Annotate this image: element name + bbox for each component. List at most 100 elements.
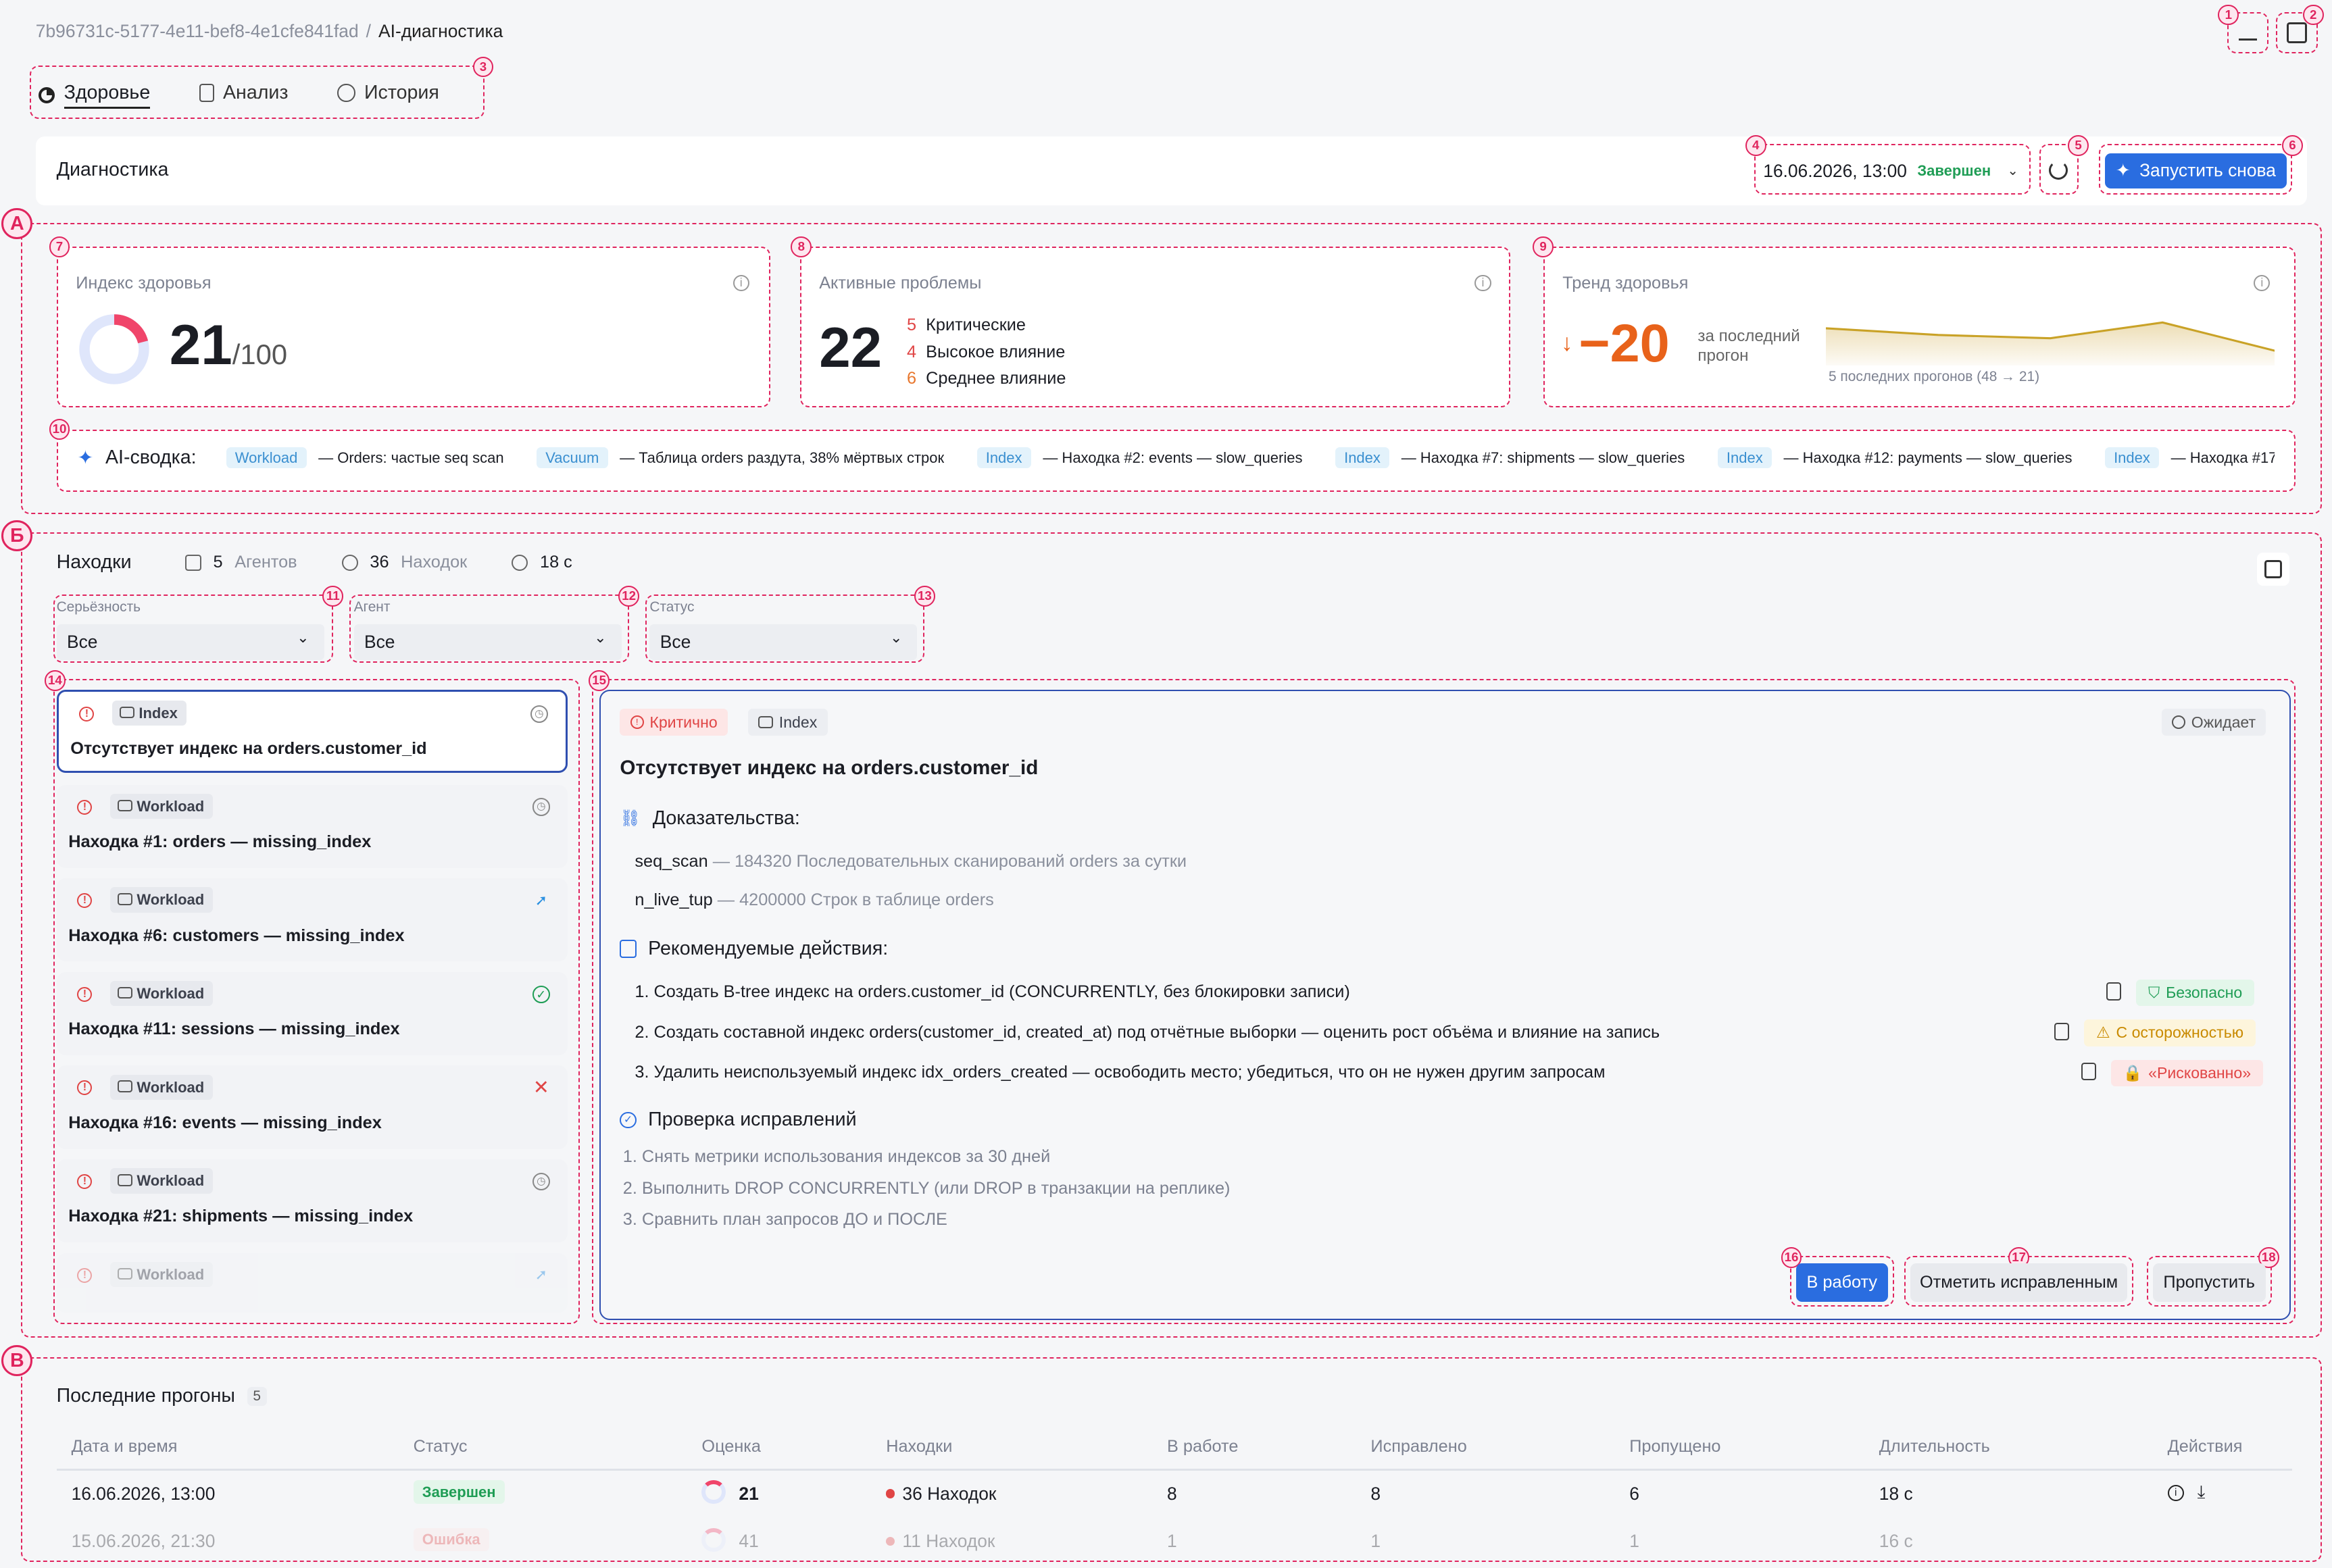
cell-found: 36 Находок xyxy=(902,1483,997,1504)
column-header[interactable]: Находки xyxy=(886,1437,952,1457)
history-icon xyxy=(337,84,355,102)
evidence-row: n_live_tup — 4200000 Строк в таблице ord… xyxy=(635,890,993,910)
actions-heading: Рекомендуемые действия: xyxy=(620,938,888,960)
tab-analysis-label: Анализ xyxy=(222,82,289,103)
info-icon[interactable]: i xyxy=(1474,275,1491,292)
finding-item[interactable]: ! Workload ➚ xyxy=(56,1253,568,1313)
minimize-icon xyxy=(2239,39,2257,41)
info-icon[interactable]: i xyxy=(733,275,749,292)
evidence-value: — 4200000 Строк в таблице orders xyxy=(717,890,994,909)
finding-title: Находка #11: sessions — missing_index xyxy=(68,1019,400,1039)
chevron-down-icon: ⌄ xyxy=(2007,163,2018,179)
marker-11: 11 xyxy=(322,585,344,607)
duration-label: 18 с xyxy=(540,553,572,572)
ai-tag: Index xyxy=(1717,447,1772,468)
info-icon[interactable]: i xyxy=(2167,1484,2184,1501)
tab-analysis[interactable]: Анализ xyxy=(199,82,289,104)
finding-title: Находка #1: orders — missing_index xyxy=(68,832,372,851)
ai-tag: Index xyxy=(2104,447,2160,468)
table-row[interactable]: 15.06.2026, 21:30 Ошибка 41 11 Находок 1… xyxy=(57,1519,2293,1563)
finding-item[interactable]: ! Workload ➚ Находка #6: customers — mis… xyxy=(56,878,568,962)
mark-fixed-button[interactable]: Отметить исправленным xyxy=(1910,1263,2128,1303)
alert-icon: ! xyxy=(77,799,93,815)
verify-title: Проверка исправлений xyxy=(648,1109,857,1131)
agent-badge: Workload xyxy=(109,793,214,819)
finding-item[interactable]: ! Index ◷ Отсутствует индекс на orders.c… xyxy=(56,689,568,773)
agent-select[interactable]: Все ⌄ xyxy=(353,624,622,660)
tab-health[interactable]: Здоровье xyxy=(39,82,151,109)
health-value: 21 xyxy=(169,313,232,376)
copy-icon[interactable] xyxy=(2081,1063,2096,1081)
ai-text: — Orders: частые seq scan xyxy=(318,449,504,466)
marker-7: 7 xyxy=(49,236,70,257)
agent-badge: Index xyxy=(747,709,828,736)
column-header[interactable]: В работе xyxy=(1167,1437,1238,1457)
severity-select-value: Все xyxy=(66,632,98,652)
download-icon[interactable]: ⤓ xyxy=(2198,1482,2206,1503)
ai-text: — Находка #12: payments — slow_queries xyxy=(1783,449,2073,466)
action-text: 1. Создать B-tree индекс на orders.custo… xyxy=(635,982,1350,1002)
run-date: 16.06.2026, 13:00 xyxy=(1763,160,1907,181)
finding-item[interactable]: ! Workload ✕ Находка #16: events — missi… xyxy=(56,1065,568,1149)
column-header[interactable]: Действия xyxy=(2168,1437,2243,1457)
agent-badge-label: Index xyxy=(139,704,178,722)
run-status: Завершен xyxy=(1917,162,1991,180)
pending-icon: ◷ xyxy=(532,798,550,816)
tab-history[interactable]: История xyxy=(337,82,439,104)
skip-button[interactable]: Пропустить xyxy=(2152,1263,2266,1303)
score-ring-icon xyxy=(701,1480,726,1504)
copy-icon[interactable] xyxy=(2054,1022,2070,1040)
found-label: Находок xyxy=(401,553,468,572)
column-header[interactable]: Оценка xyxy=(701,1437,761,1457)
finding-item[interactable]: ! Workload ✓ Находка #11: sessions — mis… xyxy=(56,971,568,1055)
table-row[interactable]: 16.06.2026, 13:00 Завершен 21 36 Находок… xyxy=(57,1471,2293,1516)
risk-badge-risky: 🔒 «Рискованно» xyxy=(2111,1059,2263,1087)
marker-6: 6 xyxy=(2282,135,2303,156)
alert-icon: ! xyxy=(79,706,95,722)
agent-badge-label: Index xyxy=(778,713,818,731)
check-circle-icon: ✓ xyxy=(620,1111,637,1128)
severity-badge: ! Критично xyxy=(620,709,728,736)
breadcrumb-id[interactable]: 7b96731c-5177-4e11-bef8-4e1cfe841fad xyxy=(36,21,359,42)
check-circle-icon xyxy=(341,554,358,571)
health-gauge xyxy=(79,314,150,384)
finding-title: Находка #16: events — missing_index xyxy=(68,1113,382,1132)
fullscreen-button[interactable] xyxy=(2256,553,2289,586)
cell-score: 41 xyxy=(739,1530,759,1551)
risk-badge-caution: ⚠ С осторожностью xyxy=(2084,1019,2256,1046)
status-select[interactable]: Все ⌄ xyxy=(649,624,918,660)
copy-icon[interactable] xyxy=(2106,982,2122,1001)
severity-select[interactable]: Все ⌄ xyxy=(56,624,324,660)
rocket-icon: ➚ xyxy=(535,891,548,909)
rerun-button[interactable]: ✦ Запустить снова xyxy=(2105,153,2287,189)
sparkle-icon: ✦ xyxy=(77,447,94,469)
column-header[interactable]: Длительность xyxy=(1879,1437,1990,1457)
finding-item[interactable]: ! Workload ◷ Находка #1: orders — missin… xyxy=(56,784,568,868)
column-header[interactable]: Пропущено xyxy=(1629,1437,1720,1457)
column-header[interactable]: Дата и время xyxy=(72,1437,178,1457)
alert-icon: ! xyxy=(77,986,93,1002)
ai-tag: Index xyxy=(976,447,1031,468)
column-header[interactable]: Исправлено xyxy=(1370,1437,1466,1457)
detail-title: Отсутствует индекс на orders.customer_id xyxy=(620,756,1039,779)
risk-label: Безопасно xyxy=(2166,984,2243,1002)
rocket-icon: ➚ xyxy=(535,1266,548,1284)
cell-fixed: 1 xyxy=(1370,1530,1381,1551)
problems-row-high: 4 Высокое влияние xyxy=(907,342,1066,361)
diagnostics-title: Диагностика xyxy=(56,159,169,181)
evidence-row: seq_scan — 184320 Последовательных скани… xyxy=(635,852,1187,871)
action-text: 2. Создать составной индекс orders(custo… xyxy=(635,1022,1660,1042)
verify-step: 2. Выполнить DROP CONCURRENTLY (или DROP… xyxy=(622,1178,1231,1198)
finding-item[interactable]: ! Workload ◷ Находка #21: shipments — mi… xyxy=(56,1159,568,1243)
agent-badge-label: Workload xyxy=(137,984,205,1002)
column-header[interactable]: Статус xyxy=(414,1437,468,1457)
verify-heading: ✓ Проверка исправлений xyxy=(620,1109,857,1131)
cell-in-work: 1 xyxy=(1166,1530,1177,1551)
agents-count: 5 xyxy=(213,553,223,572)
breadcrumb-separator: / xyxy=(366,20,372,41)
agent-icon xyxy=(119,706,134,719)
ai-text: — Находка #17: invoices xyxy=(2170,449,2275,466)
in-work-button[interactable]: В работу xyxy=(1795,1263,1888,1303)
cell-skipped: 1 xyxy=(1629,1530,1639,1551)
trend-sparkline xyxy=(1825,321,2275,366)
